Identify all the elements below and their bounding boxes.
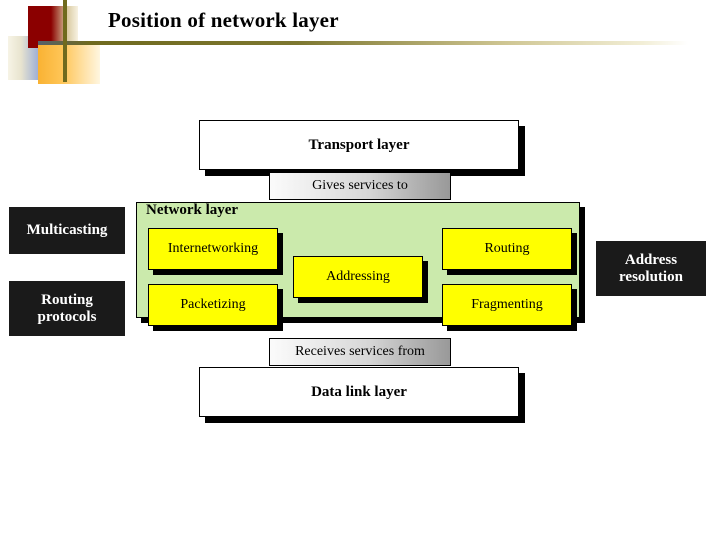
- data-link-layer-box: Data link layer: [199, 367, 519, 417]
- function-box-fragmenting: Fragmenting: [442, 284, 572, 326]
- function-box-packetizing: Packetizing: [148, 284, 278, 326]
- function-box-addressing: Addressing: [293, 256, 423, 298]
- side-note-routing-protocols: Routing protocols: [9, 281, 125, 336]
- network-layer-label: Network layer: [146, 202, 239, 218]
- network-layer-position-diagram: Transport layer Gives services to Networ…: [0, 0, 720, 540]
- function-box-internetworking: Internetworking: [148, 228, 278, 270]
- side-note-line: Address: [624, 251, 678, 268]
- receives-services-from-connector: Receives services from: [269, 338, 451, 366]
- side-note-multicasting: Multicasting: [9, 207, 125, 254]
- side-note-line: protocols: [37, 308, 97, 325]
- side-note-address-resolution: Address resolution: [596, 241, 706, 296]
- side-note-line: Routing: [41, 291, 93, 308]
- gives-services-to-connector: Gives services to: [269, 172, 451, 200]
- function-box-routing: Routing: [442, 228, 572, 270]
- side-note-line: resolution: [619, 268, 683, 285]
- transport-layer-box: Transport layer: [199, 120, 519, 170]
- side-note-line: Multicasting: [26, 222, 108, 239]
